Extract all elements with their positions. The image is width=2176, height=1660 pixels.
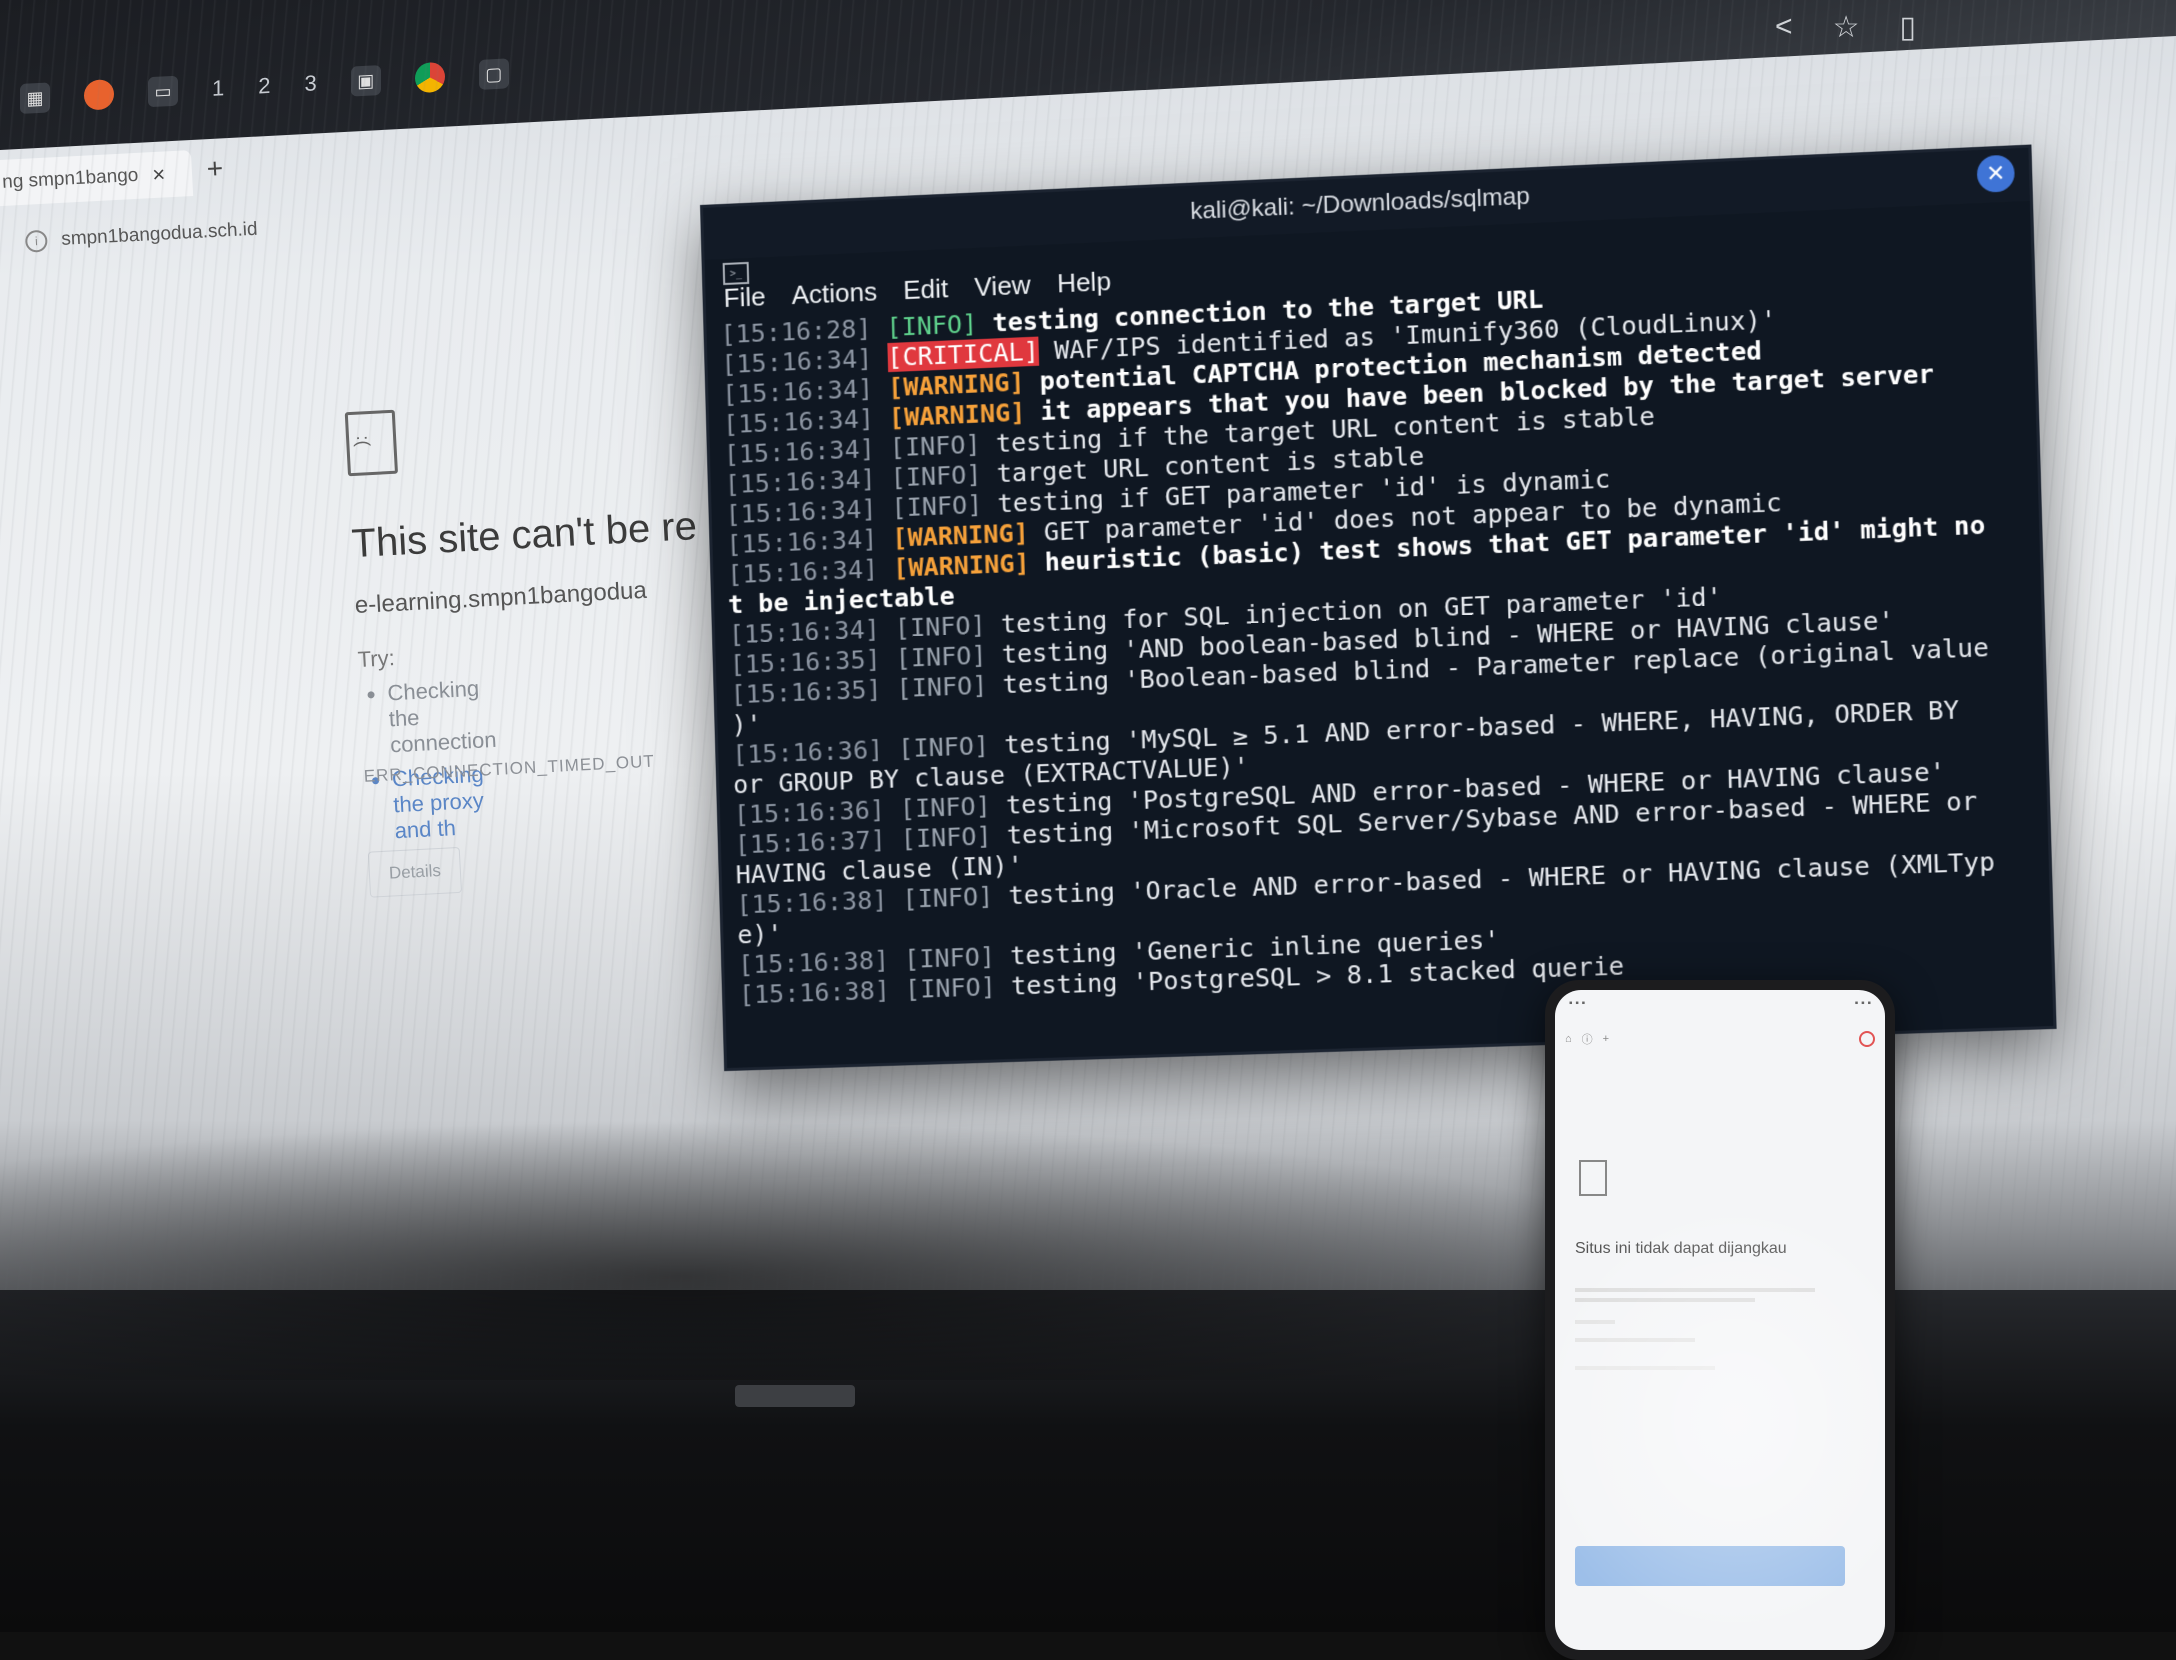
log-level-tag: [WARNING]: [888, 397, 1026, 433]
browser-tab[interactable]: ng smpn1bango ×: [0, 150, 194, 207]
smartphone: ▪ ▪ ▪ ▪ ▪ ▪ ⌂ ⓘ + Situs ini tidak dapat …: [1545, 980, 1895, 1660]
log-level-tag: [WARNING]: [887, 367, 1025, 403]
log-level-tag: [INFO]: [900, 821, 993, 854]
info-icon[interactable]: i: [24, 229, 48, 253]
error-try-label: Try:: [357, 645, 396, 672]
menu-help[interactable]: Help: [1057, 266, 1112, 300]
phone-address-bar[interactable]: ⌂ ⓘ +: [1565, 1026, 1875, 1052]
log-level-tag: [WARNING]: [891, 518, 1030, 553]
browser-toolbar-icons: < ☆ ▯: [1775, 10, 1916, 45]
phone-reload-button[interactable]: [1575, 1546, 1845, 1586]
sad-document-icon: [1579, 1160, 1607, 1196]
log-level-tag: [INFO]: [899, 791, 992, 824]
monitor-logo: [735, 1385, 855, 1407]
log-level-tag: [INFO]: [895, 640, 988, 674]
suggestion-connection: Checking the connection: [387, 675, 497, 758]
menu-edit[interactable]: Edit: [903, 273, 949, 306]
close-icon[interactable]: ×: [152, 161, 166, 188]
phone-screen: ▪ ▪ ▪ ▪ ▪ ▪ ⌂ ⓘ + Situs ini tidak dapat …: [1555, 990, 1885, 1650]
sad-document-icon: [344, 409, 399, 477]
star-icon[interactable]: ☆: [1833, 10, 1860, 45]
log-timestamp: [15:16:35]: [730, 674, 897, 710]
sidebar-icon[interactable]: ▯: [1899, 10, 1916, 45]
address-bar[interactable]: i smpn1bangodua.sch.id: [24, 218, 259, 253]
close-icon[interactable]: ✕: [1976, 154, 2016, 193]
workspace-3[interactable]: 3: [305, 70, 317, 97]
menu-file[interactable]: File: [723, 281, 766, 314]
status-right: ▪ ▪ ▪: [1854, 998, 1871, 1009]
workspace-1[interactable]: 1: [212, 75, 224, 102]
menu-actions[interactable]: Actions: [791, 276, 877, 311]
log-level-tag: [WARNING]: [892, 548, 1030, 583]
error-title: This site can't be re: [350, 504, 698, 567]
log-timestamp: [15:16:38]: [736, 884, 903, 920]
log-level-tag: [INFO]: [889, 429, 982, 463]
menu-view[interactable]: View: [974, 269, 1031, 303]
new-tab-button[interactable]: +: [206, 152, 224, 185]
log-level-tag: [INFO]: [894, 610, 987, 643]
phone-status-bar: ▪ ▪ ▪ ▪ ▪ ▪: [1569, 998, 1871, 1009]
log-timestamp: [15:16:38]: [737, 944, 905, 980]
log-message: e)': [736, 918, 783, 950]
log-level-tag: [INFO]: [897, 730, 990, 764]
log-timestamp: [15:16:36]: [733, 794, 901, 830]
address-text: smpn1bangodua.sch.id: [60, 218, 259, 250]
phone-error-title: Situs ini tidak dapat dijangkau: [1575, 1240, 1787, 1257]
log-timestamp: [15:16:36]: [731, 734, 899, 770]
files-icon[interactable]: ▣: [350, 65, 381, 97]
log-timestamp: [15:16:37]: [734, 824, 902, 860]
log-message: )': [731, 709, 763, 740]
tab-title: ng smpn1bango: [1, 164, 139, 193]
log-level-tag: [INFO]: [890, 459, 982, 493]
terminal-output[interactable]: [15:16:28] [INFO] testing connection to …: [706, 257, 2052, 1017]
terminal-title: kali@kali: ~/Downloads/sqlmap: [1189, 182, 1531, 226]
info-icon[interactable]: ⓘ: [1582, 1031, 1593, 1047]
terminal-icon[interactable]: ▭: [148, 75, 178, 108]
details-button[interactable]: Details: [367, 846, 463, 898]
taskbar-icons: ▦ ▭ 1 2 3 ▣ ▢: [20, 58, 509, 114]
phone-new-tab[interactable]: +: [1603, 1033, 1609, 1045]
status-left: ▪ ▪ ▪: [1569, 998, 1586, 1009]
chrome-icon[interactable]: [414, 61, 445, 94]
log-timestamp: [15:16:38]: [738, 975, 906, 1010]
log-level-tag: [INFO]: [891, 489, 983, 523]
share-icon[interactable]: <: [1775, 10, 1793, 45]
menu-icon[interactable]: ▦: [20, 82, 50, 114]
home-icon[interactable]: ⌂: [1565, 1033, 1572, 1045]
error-page: This site can't be re e-learning.smpn1ba…: [344, 409, 698, 898]
log-level-tag: [INFO]: [886, 309, 978, 343]
phone-error-text: [1575, 1282, 1845, 1376]
log-level-tag: [INFO]: [904, 972, 997, 1005]
shadow-overlay: [0, 1120, 1700, 1380]
firefox-icon[interactable]: [84, 79, 114, 111]
terminal-icon: >_: [722, 261, 750, 286]
window-icon[interactable]: ▢: [478, 58, 509, 90]
workspace-2[interactable]: 2: [258, 73, 270, 100]
terminal-window[interactable]: kali@kali: ~/Downloads/sqlmap ✕ >_ File …: [700, 144, 2057, 1072]
log-level-tag: [INFO]: [902, 881, 994, 914]
log-level-tag: [INFO]: [896, 670, 988, 704]
error-host: e-learning.smpn1bangodua: [354, 576, 648, 620]
log-level-tag: [INFO]: [903, 941, 996, 975]
stop-icon[interactable]: [1859, 1031, 1875, 1047]
